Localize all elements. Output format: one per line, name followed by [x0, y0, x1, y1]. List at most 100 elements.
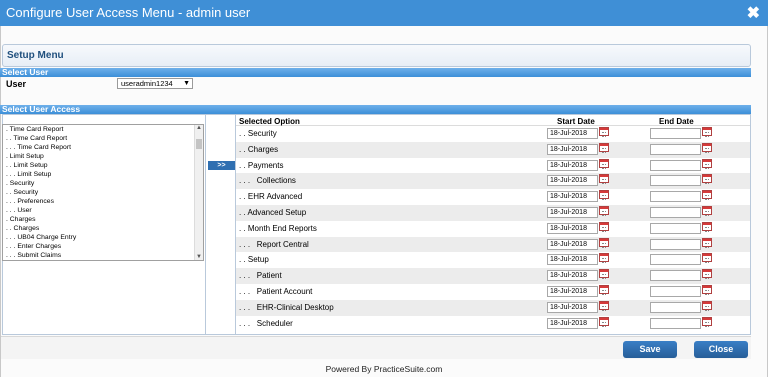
- tree-item[interactable]: . Time Card Report: [3, 125, 203, 134]
- calendar-icon[interactable]: [599, 284, 609, 295]
- tree-item[interactable]: . . Limit Setup: [3, 161, 203, 170]
- user-select[interactable]: useradmin1234 ▼: [117, 78, 193, 89]
- scroll-thumb[interactable]: [196, 139, 202, 149]
- end-date-input[interactable]: [650, 254, 701, 266]
- user-row: User useradmin1234 ▼: [0, 77, 751, 91]
- option-label: . . . Collections: [239, 176, 296, 186]
- tree-item[interactable]: . . . Submit Claims: [3, 251, 203, 260]
- menu-tree-list[interactable]: . Time Card Report. . Time Card Report. …: [2, 124, 204, 261]
- tree-item[interactable]: . . . UB04 Charge Entry: [3, 233, 203, 242]
- calendar-icon[interactable]: [599, 316, 609, 327]
- option-label: . . . Patient Account: [239, 286, 313, 296]
- calendar-icon[interactable]: [702, 316, 712, 327]
- end-date-input[interactable]: [650, 238, 701, 250]
- user-select-value: useradmin1234: [121, 79, 173, 88]
- start-date-input[interactable]: 18-Jul-2018: [547, 206, 598, 218]
- start-date-input[interactable]: 18-Jul-2018: [547, 270, 598, 282]
- start-date-input[interactable]: 18-Jul-2018: [547, 254, 598, 266]
- start-date-input[interactable]: 18-Jul-2018: [547, 191, 598, 203]
- calendar-icon[interactable]: [702, 205, 712, 216]
- option-label: . . Month End Reports: [239, 223, 317, 233]
- table-row: . . Security 18-Jul-2018: [236, 126, 750, 142]
- tree-scrollbar[interactable]: ▲ ▼: [194, 125, 203, 260]
- calendar-icon[interactable]: [599, 174, 609, 185]
- scroll-down-icon[interactable]: ▼: [196, 254, 202, 260]
- option-label: . . Advanced Setup: [239, 207, 307, 217]
- calendar-icon[interactable]: [599, 205, 609, 216]
- tree-item[interactable]: . Security: [3, 179, 203, 188]
- end-date-input[interactable]: [650, 128, 701, 139]
- calendar-icon[interactable]: [599, 300, 609, 311]
- user-label: User: [6, 79, 27, 89]
- option-label: . . Payments: [239, 160, 284, 170]
- tree-item[interactable]: . Charges: [3, 215, 203, 224]
- start-date-input[interactable]: 18-Jul-2018: [547, 222, 598, 234]
- option-label: . . . EHR-Clinical Desktop: [239, 302, 334, 312]
- start-date-input[interactable]: 18-Jul-2018: [547, 238, 598, 250]
- option-label: . . . Scheduler: [239, 318, 293, 328]
- start-date-input[interactable]: 18-Jul-2018: [547, 159, 598, 171]
- end-date-input[interactable]: [650, 301, 701, 313]
- close-icon[interactable]: ✖: [747, 3, 760, 23]
- calendar-icon[interactable]: [702, 174, 712, 185]
- calendar-icon[interactable]: [702, 269, 712, 280]
- end-date-input[interactable]: [650, 159, 701, 171]
- end-date-input[interactable]: [650, 285, 701, 297]
- add-access-button[interactable]: >>: [208, 161, 235, 170]
- calendar-icon[interactable]: [702, 158, 712, 169]
- calendar-icon[interactable]: [599, 269, 609, 280]
- calendar-icon[interactable]: [599, 237, 609, 248]
- calendar-icon[interactable]: [599, 127, 609, 137]
- tree-item[interactable]: . . . Preferences: [3, 197, 203, 206]
- calendar-icon[interactable]: [702, 253, 712, 264]
- end-date-input[interactable]: [650, 317, 701, 329]
- close-button[interactable]: Close: [694, 341, 748, 358]
- calendar-icon[interactable]: [599, 253, 609, 264]
- table-row: . . Setup 18-Jul-2018: [236, 252, 750, 268]
- tree-item[interactable]: . . Security: [3, 188, 203, 197]
- start-date-input[interactable]: 18-Jul-2018: [547, 128, 598, 139]
- end-date-input[interactable]: [650, 191, 701, 203]
- start-date-input[interactable]: 18-Jul-2018: [547, 301, 598, 313]
- calendar-icon[interactable]: [599, 142, 609, 153]
- title-bar: Configure User Access Menu - admin user …: [0, 0, 768, 26]
- tree-item[interactable]: . . Time Card Report: [3, 134, 203, 143]
- calendar-icon[interactable]: [702, 284, 712, 295]
- calendar-icon[interactable]: [702, 190, 712, 201]
- chevron-down-icon: ▼: [183, 80, 190, 87]
- start-date-input[interactable]: 18-Jul-2018: [547, 175, 598, 187]
- calendar-icon[interactable]: [599, 158, 609, 169]
- end-date-input[interactable]: [650, 222, 701, 234]
- grid-header: Selected Option Start Date End Date: [236, 116, 750, 126]
- calendar-icon[interactable]: [599, 190, 609, 201]
- table-row: . . . Collections 18-Jul-2018: [236, 173, 750, 190]
- option-label: . . . Report Central: [239, 239, 309, 249]
- option-label: . . Security: [239, 129, 277, 138]
- table-row: . . Charges 18-Jul-2018: [236, 141, 750, 158]
- tree-item[interactable]: . Limit Setup: [3, 152, 203, 161]
- calendar-icon[interactable]: [599, 221, 609, 232]
- end-date-input[interactable]: [650, 206, 701, 218]
- save-button[interactable]: Save: [623, 341, 677, 358]
- tree-item[interactable]: . . Charges: [3, 224, 203, 233]
- end-date-input[interactable]: [650, 270, 701, 282]
- calendar-icon[interactable]: [702, 300, 712, 311]
- end-date-input[interactable]: [650, 175, 701, 187]
- setup-menu-label: Setup Menu: [7, 50, 64, 61]
- scroll-up-icon[interactable]: ▲: [196, 125, 202, 131]
- tree-item[interactable]: . . . Time Card Report: [3, 143, 203, 152]
- option-label: . . EHR Advanced: [239, 192, 303, 202]
- header-end-date: End Date: [659, 117, 694, 126]
- calendar-icon[interactable]: [702, 127, 712, 137]
- calendar-icon[interactable]: [702, 221, 712, 232]
- tree-item[interactable]: . . . Limit Setup: [3, 170, 203, 179]
- calendar-icon[interactable]: [702, 142, 712, 153]
- tree-item[interactable]: . . . Enter Charges: [3, 242, 203, 251]
- start-date-input[interactable]: 18-Jul-2018: [547, 317, 598, 329]
- start-date-input[interactable]: 18-Jul-2018: [547, 143, 598, 155]
- calendar-icon[interactable]: [702, 237, 712, 248]
- end-date-input[interactable]: [650, 143, 701, 155]
- start-date-input[interactable]: 18-Jul-2018: [547, 285, 598, 297]
- tree-item[interactable]: . . . User: [3, 206, 203, 215]
- table-row: . . Payments 18-Jul-2018: [236, 158, 750, 174]
